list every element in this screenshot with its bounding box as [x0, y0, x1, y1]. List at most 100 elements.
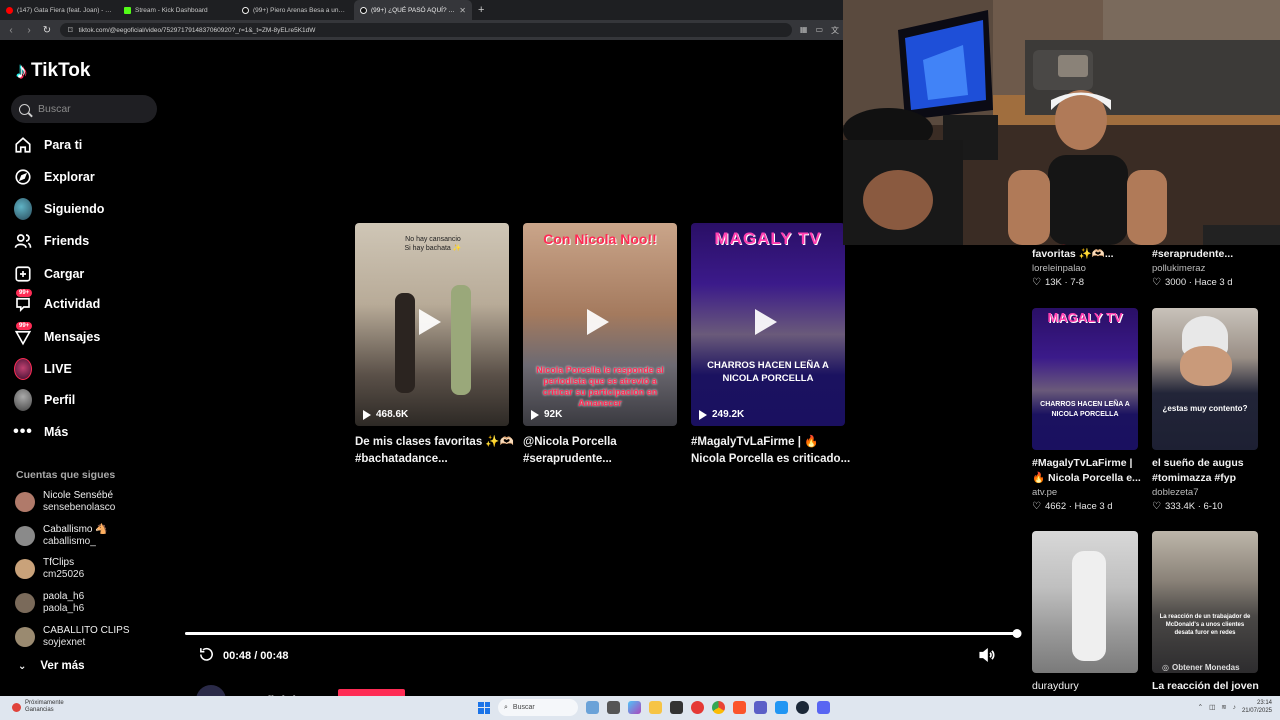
- browser-tab[interactable]: Stream - Kick Dashboard: [118, 0, 236, 20]
- views-icon: [531, 409, 539, 420]
- related-title: favoritas ✨🫶🏻...: [1032, 248, 1114, 260]
- related-thumbnail[interactable]: La reacción de un trabajador de McDonald…: [1152, 531, 1258, 673]
- friends-icon: [14, 232, 32, 250]
- thumbnail-title: MAGALY TV: [714, 229, 822, 248]
- volume-icon[interactable]: [978, 646, 996, 669]
- video-card[interactable]: Con Nicola Noo!! Nicola Porcella le resp…: [523, 223, 677, 468]
- following-account[interactable]: paola_h6 paola_h6: [15, 591, 84, 615]
- windows-start-icon[interactable]: [478, 701, 490, 714]
- app-blue-icon[interactable]: [775, 701, 788, 714]
- speaker-icon[interactable]: ♪: [1233, 704, 1236, 711]
- play-icon: [587, 309, 609, 335]
- nav-friends[interactable]: Friends: [14, 229, 89, 253]
- nav-actividad[interactable]: 99+ Actividad: [14, 289, 100, 316]
- video-title[interactable]: #MagalyTvLaFirme | 🔥 Nicola Porcella es …: [691, 434, 851, 468]
- following-account[interactable]: CABALLITO CLIPS soyjexnet: [15, 625, 130, 649]
- following-account[interactable]: TfClips cm25026: [15, 557, 84, 581]
- close-tab-icon[interactable]: ✕: [459, 6, 466, 15]
- video-thumbnail[interactable]: Con Nicola Noo!! Nicola Porcella le resp…: [523, 223, 677, 426]
- more-icon: •••: [13, 423, 33, 440]
- related-video-card[interactable]: La reacción de un trabajador de McDonald…: [1152, 531, 1259, 694]
- forward-icon[interactable]: ›: [24, 25, 34, 36]
- following-account[interactable]: Caballismo 🐴 caballismo_: [15, 524, 108, 548]
- widgets-icon[interactable]: [586, 701, 599, 714]
- teams-icon[interactable]: [754, 701, 767, 714]
- progress-handle[interactable]: [1012, 629, 1022, 638]
- bookmark-icon[interactable]: ⌑: [68, 25, 73, 36]
- related-video-card[interactable]: ¿estas muy contento? el sueño de augus #…: [1152, 308, 1258, 514]
- avatar: [15, 492, 35, 512]
- profile-icon: [14, 389, 32, 411]
- browser-tab-active[interactable]: (99+) ¿QUÉ PASÓ AQUÍ? 😳 Pato✕: [354, 0, 472, 20]
- get-coins-button[interactable]: ◎ Obtener Monedas: [1162, 663, 1240, 672]
- related-video-card[interactable]: #seraprudente... pollukimeraz ♡ 3000 · Ha…: [1152, 241, 1258, 290]
- nav-siguiendo[interactable]: Siguiendo: [14, 197, 104, 221]
- following-account[interactable]: Nicole Sensébé sensebenolasco: [15, 490, 115, 514]
- brave-icon[interactable]: [733, 701, 746, 714]
- thumbnail-title: MAGALY TV: [1047, 310, 1123, 325]
- translate-icon[interactable]: 文: [831, 25, 839, 36]
- see-more-button[interactable]: ⌄ Ver más: [18, 660, 85, 672]
- play-icon: [419, 309, 441, 335]
- related-video-card[interactable]: favoritas ✨🫶🏻... loreleinpalao ♡ 13K · 7-…: [1032, 241, 1138, 290]
- network-icon[interactable]: ◫: [1209, 703, 1215, 711]
- video-progress-bar[interactable]: [185, 629, 1022, 638]
- thumbnail-caption: ¿estas muy contento?: [1162, 404, 1248, 413]
- tiktok-note-icon: ♪: [16, 58, 27, 83]
- new-tab-icon[interactable]: +: [472, 4, 490, 16]
- replay-icon[interactable]: [198, 646, 215, 666]
- terminal-icon[interactable]: [670, 701, 683, 714]
- video-title[interactable]: De mis clases favoritas ✨🫶🏻 #bachatadanc…: [355, 434, 515, 468]
- nav-mas[interactable]: ••• Más: [13, 420, 68, 444]
- copilot-icon[interactable]: [628, 701, 641, 714]
- reload-icon[interactable]: ↻: [42, 25, 52, 36]
- nav-live[interactable]: LIVE: [14, 357, 72, 381]
- nav-para-ti[interactable]: Para ti: [14, 133, 82, 157]
- weather-widget[interactable]: Próximamente Ganancias: [12, 700, 64, 714]
- related-video-card[interactable]: MAGALY TV CHARROS HACEN LEÑA A NICOLA PO…: [1032, 308, 1141, 514]
- chevron-down-icon: ⌄: [18, 660, 27, 672]
- avatar: [15, 627, 35, 647]
- task-view-icon[interactable]: [607, 701, 620, 714]
- clock[interactable]: 23:14 21/07/2025: [1242, 699, 1272, 715]
- related-title: durаydury: [1032, 680, 1079, 692]
- steam-icon[interactable]: [796, 701, 809, 714]
- taskbar-search[interactable]: ⌕ Buscar: [498, 699, 578, 716]
- cast-icon[interactable]: ▭: [815, 25, 823, 36]
- chrome-icon[interactable]: [712, 701, 725, 714]
- nav-mensajes[interactable]: 99+ Mensajes: [14, 322, 100, 349]
- wifi-icon[interactable]: ≋: [1221, 703, 1226, 711]
- search-icon: ⌕: [504, 703, 508, 711]
- related-thumbnail[interactable]: MAGALY TV CHARROS HACEN LEÑA A NICOLA PO…: [1032, 308, 1138, 450]
- related-video-card[interactable]: durаydury: [1032, 531, 1138, 694]
- search-input[interactable]: [38, 103, 138, 115]
- browser-tab[interactable]: (99+) Piero Arenas Besa a una Gringa: [236, 0, 354, 20]
- address-bar: ‹ › ↻ ⌑ tiktok.com/@eegoficial/video/752…: [0, 20, 845, 40]
- video-title[interactable]: @Nicola Porcella #seraprudente...: [523, 434, 683, 468]
- play-icon: [755, 309, 777, 335]
- discord-icon[interactable]: [817, 701, 830, 714]
- extension-icon[interactable]: ▦: [800, 25, 808, 36]
- avatar: [15, 526, 35, 546]
- url-field[interactable]: ⌑ tiktok.com/@eegoficial/video/752971791…: [60, 23, 792, 37]
- video-card[interactable]: MAGALY TV CHARROS HACEN LEÑA A NICOLA PO…: [691, 223, 850, 468]
- browser-tab[interactable]: (147) Gata Fiera (feat. Joan) - YouTube: [0, 0, 118, 20]
- home-icon: [14, 136, 32, 154]
- search-box[interactable]: [11, 95, 157, 123]
- nav-cargar[interactable]: Cargar: [14, 262, 84, 286]
- related-thumbnail[interactable]: ¿estas muy contento?: [1152, 308, 1258, 450]
- tiktok-logo[interactable]: ♪ TikTok: [16, 58, 90, 84]
- nav-explorar[interactable]: Explorar: [14, 165, 95, 189]
- file-explorer-icon[interactable]: [649, 701, 662, 714]
- video-thumbnail[interactable]: No hay cansancio Si hay bachata ✨ 468.6K: [355, 223, 509, 426]
- app-red-icon[interactable]: [691, 701, 704, 714]
- upload-icon: [14, 265, 32, 283]
- related-thumbnail[interactable]: [1032, 531, 1138, 673]
- tray-chevron-icon[interactable]: ⌃: [1198, 703, 1203, 711]
- back-icon[interactable]: ‹: [6, 25, 16, 36]
- thumbnail-caption: Nicola Porcella le responde al periodist…: [536, 365, 664, 408]
- video-thumbnail[interactable]: MAGALY TV CHARROS HACEN LEÑA A NICOLA PO…: [691, 223, 845, 426]
- nav-perfil[interactable]: Perfil: [14, 388, 75, 412]
- video-card[interactable]: No hay cansancio Si hay bachata ✨ 468.6K…: [355, 223, 514, 468]
- kick-icon: [124, 6, 131, 14]
